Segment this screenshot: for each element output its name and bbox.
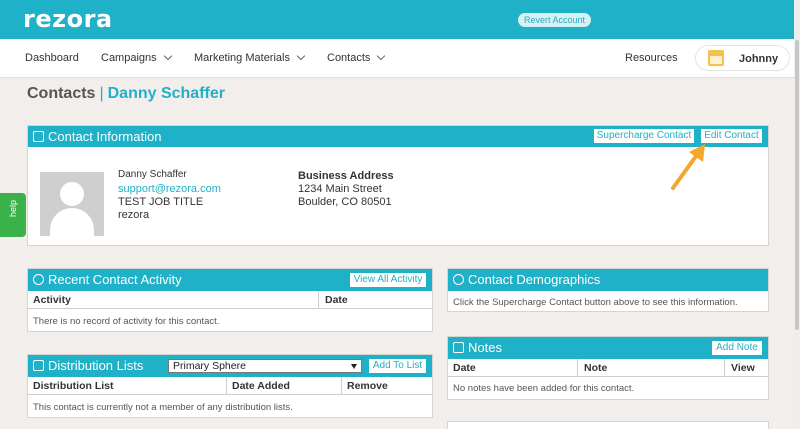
header-divider	[448, 376, 768, 377]
scrollbar-thumb[interactable]	[795, 40, 799, 330]
column-divider	[577, 359, 578, 376]
page-title: Contacts | Danny Schaffer	[27, 85, 225, 103]
column-note: Note	[584, 362, 608, 374]
demographics-message: Click the Supercharge Contact button abo…	[453, 297, 738, 308]
contact-job-title: TEST JOB TITLE	[118, 196, 204, 208]
header-divider	[28, 308, 432, 309]
column-remove: Remove	[347, 380, 388, 392]
activity-empty-message: There is no record of activity for this …	[33, 316, 220, 327]
user-menu[interactable]: Johnny	[695, 45, 790, 71]
nav-marketing-materials[interactable]: Marketing Materials	[194, 51, 306, 64]
nav-campaigns[interactable]: Campaigns	[101, 51, 172, 64]
panel-header: Contact Information Supercharge Contact …	[28, 126, 768, 147]
help-tab[interactable]: help	[0, 193, 26, 237]
column-divider	[724, 359, 725, 376]
panel-title: Notes	[468, 340, 502, 355]
column-divider	[226, 377, 227, 394]
column-view: View	[731, 362, 755, 374]
header-divider	[28, 394, 432, 395]
nav-contacts[interactable]: Contacts	[327, 51, 386, 64]
user-name: Johnny	[739, 53, 779, 65]
id-card-icon	[33, 131, 44, 142]
heart-icon	[33, 274, 44, 285]
panel-header: Contact Demographics	[448, 269, 768, 291]
column-divider	[341, 377, 342, 394]
chevron-down-icon	[296, 51, 306, 61]
add-note-button[interactable]: Add Note	[711, 340, 763, 356]
avatar-head-icon	[60, 182, 84, 206]
panel-header: Notes Add Note	[448, 337, 768, 359]
megaphone-icon	[33, 360, 44, 371]
breadcrumb-contact-name: Danny Schaffer	[107, 85, 225, 102]
edit-contact-button[interactable]: Edit Contact	[700, 128, 763, 144]
distribution-list-select[interactable]: Primary Sphere	[168, 359, 362, 373]
nav-dashboard[interactable]: Dashboard	[25, 52, 79, 64]
annotation-arrow	[671, 144, 705, 190]
address-line-2: Boulder, CO 80501	[298, 196, 392, 208]
panel-title: Contact Demographics	[468, 272, 601, 287]
add-to-list-button[interactable]: Add To List	[368, 358, 427, 374]
contact-company: rezora	[118, 209, 150, 221]
panel-title: Contact Information	[48, 129, 162, 144]
business-address-title: Business Address	[298, 170, 394, 182]
panel-title: Distribution Lists	[48, 358, 144, 373]
breadcrumb-separator: |	[99, 85, 104, 102]
column-distribution-list: Distribution List	[33, 380, 114, 392]
rezora-logo[interactable]: rezora	[23, 5, 113, 33]
dropdown-arrow-icon	[351, 364, 357, 369]
top-bar: rezora Revert Account	[0, 0, 800, 39]
contact-avatar	[40, 172, 104, 236]
address-line-1: 1234 Main Street	[298, 183, 382, 195]
view-all-activity-button[interactable]: View All Activity	[349, 272, 427, 288]
column-divider	[318, 291, 319, 308]
globe-icon	[453, 274, 464, 285]
next-panel	[447, 421, 769, 429]
notes-empty-message: No notes have been added for this contac…	[453, 383, 635, 394]
help-label: help	[8, 199, 18, 217]
user-avatar-icon	[708, 50, 724, 66]
column-date: Date	[325, 294, 348, 306]
distribution-empty-message: This contact is currently not a member o…	[33, 402, 293, 413]
contact-email-link[interactable]: support@rezora.com	[118, 183, 221, 195]
avatar-body-icon	[50, 208, 94, 236]
clipboard-icon	[453, 342, 464, 353]
column-date-added: Date Added	[232, 380, 290, 392]
column-activity: Activity	[33, 294, 71, 306]
breadcrumb-section[interactable]: Contacts	[27, 85, 95, 102]
panel-title: Recent Contact Activity	[48, 272, 182, 287]
panel-header: Recent Contact Activity View All Activit…	[28, 269, 432, 291]
contact-name: Danny Schaffer	[118, 169, 187, 180]
chevron-down-icon	[377, 51, 386, 61]
chevron-down-icon	[163, 51, 172, 61]
column-note-date: Date	[453, 362, 476, 374]
main-nav: Dashboard Campaigns Marketing Materials …	[0, 39, 800, 78]
revert-account-button[interactable]: Revert Account	[518, 13, 591, 27]
nav-resources[interactable]: Resources	[625, 52, 678, 64]
supercharge-contact-button[interactable]: Supercharge Contact	[593, 128, 695, 144]
